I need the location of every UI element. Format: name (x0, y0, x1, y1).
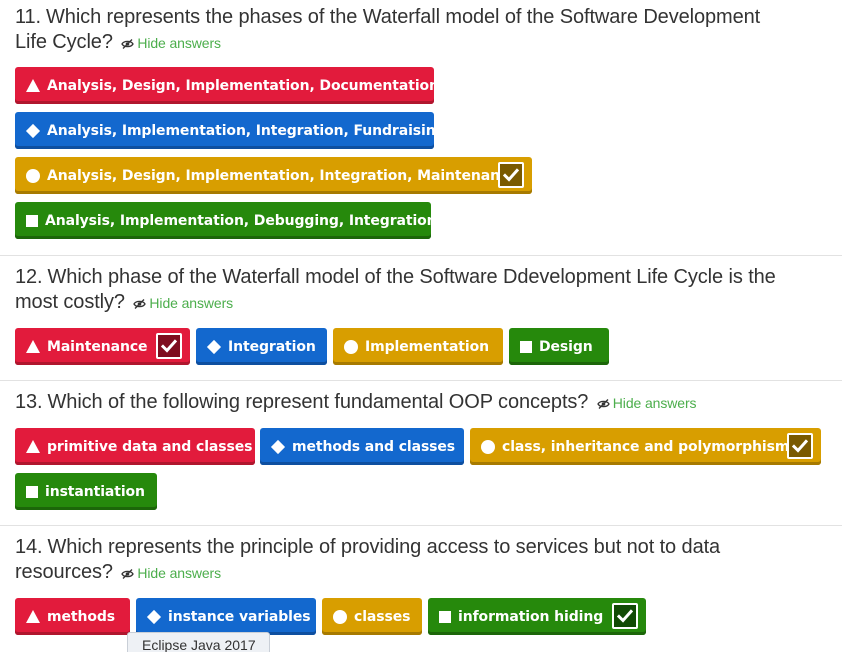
question-text: 14. Which represents the principle of pro… (0, 535, 842, 586)
answer-text: methods (47, 608, 116, 625)
question-11: 11. Which represents the phases of the Wa… (0, 5, 842, 255)
answer-circle[interactable]: classes (322, 598, 422, 635)
answer-text: Analysis, Design, Implementation, Integr… (47, 167, 518, 184)
question-12: 12. Which phase of the Waterfall model of… (0, 255, 842, 380)
diamond-icon (206, 339, 222, 354)
answer-text: Maintenance (47, 338, 148, 355)
hide-answers-link[interactable]: Hide answers (133, 295, 233, 311)
answer-text: instantiation (45, 483, 145, 500)
diamond-icon (146, 609, 162, 624)
answer-square[interactable]: Analysis, Implementation, Debugging, Int… (15, 202, 437, 239)
square-icon (26, 214, 38, 227)
answer-square[interactable]: information hiding (428, 598, 646, 635)
circle-icon (481, 439, 495, 454)
tooltip: Eclipse Java 2017 (127, 632, 270, 652)
question-line-1: Which of the following represent fundame… (47, 391, 589, 413)
answer-triangle[interactable]: methods (15, 598, 130, 635)
answer-triangle[interactable]: Analysis, Design, Implementation, Docume… (15, 67, 439, 104)
square-icon (439, 610, 451, 623)
question-line-1: Which represents the phases of the Water… (46, 6, 761, 28)
diamond-icon (25, 123, 41, 138)
square-icon (520, 340, 532, 353)
hide-answers-label: Hide answers (612, 395, 697, 411)
question-text: 12. Which phase of the Waterfall model of… (0, 265, 842, 316)
answer-text: classes (354, 608, 411, 625)
hide-answers-link[interactable]: Hide answers (121, 35, 221, 51)
triangle-icon (26, 610, 40, 623)
question-number: 13. (15, 391, 43, 413)
question-number: 12. (15, 266, 43, 288)
circle-icon (344, 339, 358, 354)
triangle-icon (26, 440, 40, 453)
eye-slash-icon (133, 299, 147, 309)
answer-text: primitive data and classes (47, 438, 253, 455)
question-line-2: most costly? (15, 291, 125, 313)
hide-answers-link[interactable]: Hide answers (121, 565, 221, 581)
question-text: 11. Which represents the phases of the Wa… (0, 5, 842, 56)
correct-check-icon (787, 433, 813, 459)
answer-text: Analysis, Implementation, Integration, F… (47, 122, 446, 139)
question-line-1: Which phase of the Waterfall model of th… (47, 266, 776, 288)
question-number: 14. (15, 536, 43, 558)
answer-text: methods and classes (292, 438, 456, 455)
correct-check-icon (612, 603, 638, 629)
question-number: 11. (15, 6, 42, 28)
hide-answers-label: Hide answers (137, 565, 222, 581)
triangle-icon (26, 79, 40, 92)
answer-diamond[interactable]: instance variables (136, 598, 316, 635)
eye-slash-icon (121, 569, 135, 579)
answer-text: Design (539, 338, 593, 355)
answer-text: Implementation (365, 338, 489, 355)
answer-circle[interactable]: Analysis, Design, Implementation, Integr… (15, 157, 532, 194)
question-line-2: Life Cycle? (15, 31, 113, 53)
hide-answers-label: Hide answers (149, 295, 234, 311)
question-line-2: resources? (15, 561, 113, 583)
answer-text: instance variables (168, 608, 311, 625)
square-icon (26, 485, 38, 498)
question-13: 13. Which of the following represent fund… (0, 380, 842, 525)
question-text: 13. Which of the following represent fund… (0, 390, 842, 416)
triangle-icon (26, 340, 40, 353)
answer-circle[interactable]: class, inheritance and polymorphism (470, 428, 821, 465)
hide-answers-label: Hide answers (137, 35, 221, 51)
answer-diamond[interactable]: Analysis, Implementation, Integration, F… (15, 112, 446, 149)
correct-check-icon (156, 333, 182, 359)
answer-triangle[interactable]: Maintenance (15, 328, 190, 365)
eye-slash-icon (121, 39, 134, 49)
answer-text: Analysis, Implementation, Debugging, Int… (45, 212, 437, 229)
answer-circle[interactable]: Implementation (333, 328, 503, 365)
diamond-icon (270, 439, 286, 454)
answer-diamond[interactable]: methods and classes (260, 428, 464, 465)
answer-text: class, inheritance and polymorphism (502, 438, 790, 455)
eye-slash-icon (597, 399, 610, 409)
answer-triangle[interactable]: primitive data and classes (15, 428, 255, 465)
circle-icon (333, 609, 347, 624)
answer-text: information hiding (458, 608, 604, 625)
question-line-1: Which represents the principle of provid… (47, 536, 721, 558)
answer-diamond[interactable]: Integration (196, 328, 327, 365)
correct-check-icon (498, 162, 524, 188)
answer-square[interactable]: Design (509, 328, 609, 365)
answer-text: Integration (228, 338, 316, 355)
hide-answers-link[interactable]: Hide answers (597, 395, 697, 411)
answer-text: Analysis, Design, Implementation, Docume… (47, 77, 439, 94)
answer-square[interactable]: instantiation (15, 473, 157, 510)
circle-icon (26, 168, 40, 183)
